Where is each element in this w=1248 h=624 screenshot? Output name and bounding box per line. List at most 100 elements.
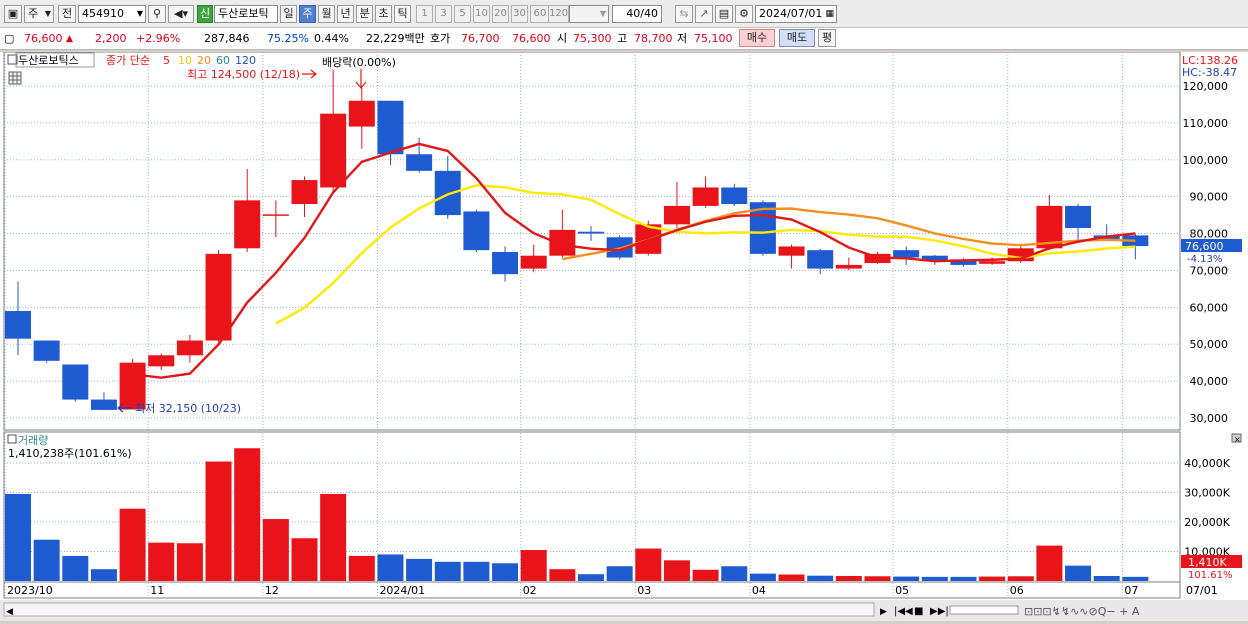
sell-button[interactable]: 매도 — [779, 29, 815, 47]
bid-label: 호가 — [430, 32, 451, 45]
code-input[interactable]: 454910 ▼ — [78, 5, 146, 23]
interval-3[interactable]: 10 — [473, 5, 490, 23]
chart-area[interactable]: 120,000 110,000 100,000 90,000 80,000 70,000 6… — [0, 51, 1248, 621]
candle-body — [176, 340, 203, 356]
last-volume: 1,410K — [1188, 556, 1227, 569]
count-field[interactable]: 40/40 — [612, 5, 662, 23]
gear-icon[interactable]: ⚙ — [735, 5, 753, 23]
stop-icon[interactable]: ■ — [914, 606, 923, 617]
tab-2[interactable]: 월 — [318, 5, 335, 23]
scroll-left-icon[interactable]: ◀ — [6, 607, 13, 617]
candle-body — [291, 180, 318, 205]
draw-icon[interactable]: ↗ — [695, 5, 713, 23]
date-label: 05 — [895, 584, 909, 597]
interval-6[interactable]: 60 — [530, 5, 550, 23]
open-price: 75,300 — [573, 32, 612, 45]
date-label: 02 — [523, 584, 537, 597]
volume: 287,846 — [204, 32, 250, 45]
compare-icon[interactable]: ⇆ — [675, 5, 693, 23]
candle-body — [492, 252, 519, 275]
toolbar-icons[interactable]: ⊡⊡⊡↯↯∿∿⊘Q− + A — [1024, 605, 1140, 618]
candle-body — [721, 187, 748, 205]
last-icon[interactable]: ▶▶| — [930, 606, 949, 617]
legend-ma5: 5 — [163, 54, 170, 67]
tab-5[interactable]: 초 — [375, 5, 392, 23]
interval-0[interactable]: 1 — [416, 5, 433, 23]
period-select[interactable]: 주 ▼ — [24, 5, 54, 23]
legend-ma20: 20 — [197, 54, 211, 67]
candle-body — [549, 229, 576, 256]
volume-tick: 30,000K — [1184, 487, 1230, 500]
tab-0[interactable]: 일 — [280, 5, 297, 23]
volume-bar — [234, 448, 261, 581]
close-icon-glyph: × — [1234, 435, 1241, 444]
ask-price: 76,700 — [461, 32, 500, 45]
volume-bar — [434, 561, 461, 581]
code-value: 454910 — [82, 7, 124, 20]
open-label: 시 — [557, 32, 568, 45]
volume-bar — [749, 573, 776, 581]
interval-2[interactable]: 5 — [454, 5, 471, 23]
volume-bar — [148, 542, 175, 581]
volume-bar — [835, 575, 862, 581]
price-tick: 100,000 — [1183, 154, 1229, 167]
last-volume-pct: 101.61% — [1188, 570, 1233, 581]
interval-7[interactable]: 120 — [548, 5, 569, 23]
volume-bar — [1093, 575, 1120, 581]
price-tick: 80,000 — [1190, 228, 1229, 241]
save-icon[interactable]: ▤ — [715, 5, 733, 23]
table-icon[interactable] — [8, 71, 22, 85]
prev-button[interactable]: 전 — [58, 5, 76, 23]
tab-3[interactable]: 년 — [337, 5, 354, 23]
avg-button[interactable]: 평 — [818, 29, 836, 47]
tab-1[interactable]: 주 — [299, 5, 316, 23]
volume-bar — [778, 574, 805, 581]
interval-1[interactable]: 3 — [435, 5, 452, 23]
volume-value: 1,410,238주(101.61%) — [8, 447, 132, 460]
volume-bar — [1065, 565, 1092, 581]
stock-name-field[interactable]: 두산로보틱 — [214, 5, 278, 23]
volume-bar — [377, 554, 404, 581]
chevron-down-icon: ▼ — [44, 9, 51, 18]
speaker-icon[interactable]: ◀▾ — [168, 5, 194, 23]
tab-6[interactable]: 틱 — [394, 5, 411, 23]
bid-price: 76,600 — [512, 32, 551, 45]
tab-4[interactable]: 분 — [356, 5, 373, 23]
up-triangle-icon: ▲ — [66, 34, 73, 44]
window-icon[interactable]: ▣ — [4, 5, 22, 23]
volume-bar — [291, 538, 318, 581]
volume-bar — [692, 569, 719, 581]
date-field[interactable]: 2024/07/01 ▦ — [755, 5, 837, 23]
hamburger-icon[interactable]: ▢ — [4, 32, 14, 46]
price-tick: 90,000 — [1190, 191, 1229, 204]
date-label: 06 — [1010, 584, 1024, 597]
legend-ma60: 60 — [216, 54, 230, 67]
chevron-down-icon: ▼ — [136, 9, 143, 18]
first-icon[interactable]: |◀◀ — [894, 606, 913, 617]
volume-bar — [5, 493, 31, 581]
candle-body — [835, 264, 862, 269]
zoom-slider[interactable] — [949, 605, 1019, 615]
scroll-right-icon[interactable]: ▶ — [880, 607, 887, 617]
volume-title: 거래량 — [18, 434, 48, 447]
vol-ratio: 75.25% — [267, 32, 309, 45]
count-total: /40 — [640, 7, 658, 20]
candle-body — [348, 100, 375, 127]
date-label: 12 — [265, 584, 279, 597]
search-icon[interactable]: ⚲ — [148, 5, 166, 23]
interval-4[interactable]: 20 — [492, 5, 509, 23]
date-label: 03 — [637, 584, 651, 597]
count-value: 40 — [626, 7, 641, 20]
volume-bar — [721, 566, 748, 581]
interval-custom[interactable]: ▼ — [569, 5, 609, 23]
volume-bar — [492, 563, 519, 581]
buy-button[interactable]: 매수 — [739, 29, 775, 47]
horizontal-scrollbar[interactable] — [3, 602, 875, 617]
toolbar: ▣ 주 ▼ 전 454910 ▼ ⚲ ◀▾ 신 두산로보틱 일주월년분초틱 1351… — [0, 0, 1248, 28]
legend-ma10: 10 — [178, 54, 192, 67]
date-axis — [3, 581, 1181, 599]
interval-5[interactable]: 30 — [511, 5, 528, 23]
volume-bar — [549, 569, 576, 581]
date-label: 11 — [150, 584, 164, 597]
volume-bar — [979, 576, 1006, 581]
